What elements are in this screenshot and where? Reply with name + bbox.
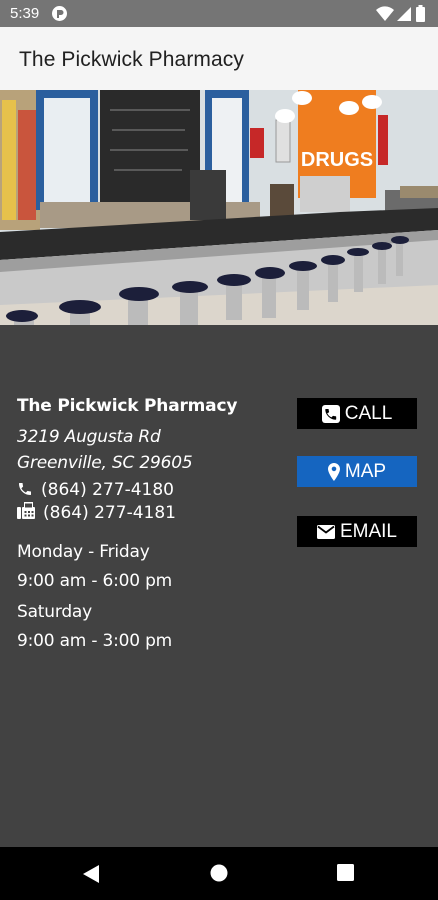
- fax-row: (864) 277-4181: [17, 502, 176, 523]
- status-icons: [376, 5, 428, 22]
- address-line2[interactable]: Greenville, SC 29605: [17, 453, 193, 473]
- call-button-label: CALL: [344, 402, 393, 424]
- back-icon[interactable]: [82, 864, 100, 884]
- status-time: 5:39: [10, 5, 40, 22]
- hours-label-saturday: Saturday: [17, 602, 93, 622]
- email-button-label: EMAIL: [339, 520, 398, 542]
- hero-image: DRUGS: [0, 90, 438, 325]
- battery-icon: [416, 5, 425, 22]
- call-button[interactable]: CALL: [297, 398, 417, 429]
- cell-signal-icon: [397, 7, 411, 21]
- phone-square-icon: [321, 404, 340, 423]
- envelope-icon: [316, 524, 335, 539]
- phone-row[interactable]: (864) 277-4180: [17, 480, 174, 500]
- system-nav-bar: [0, 847, 438, 900]
- app-notification-icon: [52, 6, 67, 21]
- home-icon[interactable]: [210, 864, 228, 882]
- phone-icon: [19, 483, 31, 495]
- map-button[interactable]: MAP: [297, 456, 417, 487]
- pharmacy-soda-fountain-photo: DRUGS: [0, 90, 438, 325]
- fax-icon: [17, 502, 35, 519]
- map-button-label: MAP: [344, 460, 387, 482]
- map-marker-icon: [327, 462, 340, 481]
- wifi-icon: [376, 6, 394, 21]
- page-title: The Pickwick Pharmacy: [19, 48, 244, 71]
- hours-time-weekdays: 9:00 am - 6:00 pm: [17, 571, 173, 591]
- recents-icon[interactable]: [337, 864, 354, 881]
- store-info-panel: The Pickwick Pharmacy 3219 Augusta Rd Gr…: [0, 325, 438, 847]
- phone-number: (864) 277-4180: [41, 480, 174, 500]
- hours-time-saturday: 9:00 am - 3:00 pm: [17, 631, 173, 651]
- email-button[interactable]: EMAIL: [297, 516, 417, 547]
- app-bar: The Pickwick Pharmacy: [0, 27, 438, 90]
- fax-number: (864) 277-4181: [43, 503, 176, 523]
- address-line1[interactable]: 3219 Augusta Rd: [17, 427, 161, 447]
- business-name: The Pickwick Pharmacy: [17, 396, 238, 416]
- hours-label-weekdays: Monday - Friday: [17, 542, 150, 562]
- status-bar: 5:39: [0, 0, 438, 27]
- drugs-sign-text: DRUGS: [301, 149, 373, 171]
